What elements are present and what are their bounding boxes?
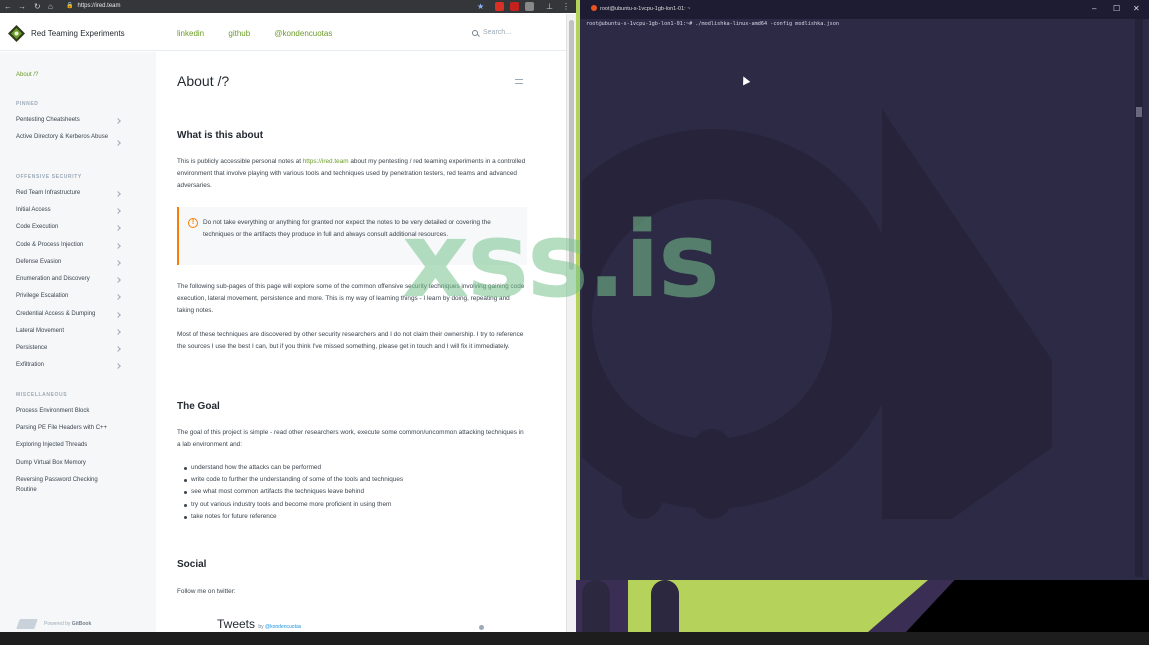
extension-icon[interactable]: ⊥ — [546, 2, 553, 11]
list-item: see what most common artifacts the techn… — [184, 486, 521, 498]
terminal-title: root@ubuntu-s-1vcpu-1gb-lon1-01: ~ — [600, 6, 691, 12]
desktop-wallpaper — [576, 580, 1149, 632]
bookmark-star-icon[interactable]: ★ — [477, 2, 484, 11]
minimize-icon[interactable]: – — [1092, 5, 1096, 13]
wallpaper-logo-shape — [582, 109, 1052, 519]
sidebar-item-about[interactable]: About /? — [16, 71, 116, 81]
sidebar-item-credential-access[interactable]: Credential Access & Dumping — [16, 310, 116, 320]
powered-by-gitbook[interactable]: Powered by GitBook — [16, 619, 92, 629]
linkedin-link[interactable]: linkedin — [177, 29, 204, 38]
sidebar-item-active-directory[interactable]: Active Directory & Kerberos Abuse — [16, 133, 116, 143]
logo-icon — [8, 24, 25, 42]
wallpaper-bar — [651, 580, 679, 632]
gitbook-icon — [16, 619, 38, 629]
browser-window: ← → ↻ ⌂ 🔒 https://ired.team ★ ⊥ ⋮ Red Te… — [0, 0, 576, 632]
terminal-command-line: root@ubuntu-s-1vcpu-1gb-lon1-01:~# ./mod… — [586, 21, 839, 27]
extension-icon[interactable] — [525, 2, 534, 11]
list-item: try out various industry tools and becom… — [184, 499, 521, 511]
powered-prefix: Powered by — [44, 621, 71, 627]
maximize-icon[interactable]: ☐ — [1113, 5, 1120, 13]
social-paragraph: Follow me on twitter: — [177, 588, 236, 595]
menu-icon[interactable]: ⋮ — [562, 2, 570, 11]
sidebar-item-defense-evasion[interactable]: Defense Evasion — [16, 258, 116, 268]
search-input[interactable]: Search... — [472, 29, 511, 36]
sidebar-item-initial-access[interactable]: Initial Access — [16, 206, 116, 216]
ownership-paragraph: Most of these techniques are discovered … — [177, 331, 524, 350]
taskbar — [0, 632, 1149, 645]
forward-icon[interactable]: → — [18, 2, 26, 11]
toc-menu-icon[interactable] — [515, 79, 523, 84]
reload-icon[interactable]: ↻ — [34, 2, 41, 11]
hint-text: Do not take everything or anything for g… — [203, 219, 491, 238]
sidebar-item-injected-threads[interactable]: Exploring Injected Threads — [16, 441, 116, 451]
terminal-scroll-thumb[interactable] — [1136, 107, 1142, 117]
intro-paragraph: This is publicly accessible personal not… — [177, 156, 527, 192]
back-icon[interactable]: ← — [4, 2, 12, 11]
goal-paragraph: The goal of this project is simple - rea… — [177, 429, 524, 448]
terminal-scrollbar[interactable] — [1135, 19, 1143, 577]
sidebar-item-pe-headers[interactable]: Parsing PE File Headers with C++ — [16, 424, 116, 434]
sidebar-item-privilege-escalation[interactable]: Privilege Escalation — [16, 292, 116, 302]
tweets-by: by — [258, 624, 264, 630]
search-icon — [472, 29, 478, 36]
list-item: write code to further the understanding … — [184, 474, 521, 486]
site-logo[interactable]: Red Teaming Experiments — [8, 24, 125, 42]
tweets-title: Tweets — [217, 617, 256, 631]
wallpaper-black-band — [906, 580, 1149, 632]
close-icon[interactable]: ✕ — [1133, 5, 1140, 13]
warning-hint: ! Do not take everything or anything for… — [177, 207, 527, 265]
desktop-area: root@ubuntu-s-1vcpu-1gb-lon1-01: ~ – ☐ ✕… — [576, 0, 1149, 632]
twitter-handle-link[interactable]: @kondencuotas — [265, 624, 301, 630]
intro-text: This is publicly accessible personal not… — [177, 158, 301, 165]
sidebar-item-persistence[interactable]: Persistence — [16, 344, 116, 354]
sidebar-item-exfiltration[interactable]: Exfiltration — [16, 361, 116, 371]
sidebar-item-code-process-injection[interactable]: Code & Process Injection — [16, 241, 116, 251]
list-item: understand how the attacks can be perfor… — [184, 462, 521, 474]
heading-what: What is this about — [177, 130, 264, 141]
sidebar-item-pentesting-cheatsheets[interactable]: Pentesting Cheatsheets — [16, 116, 116, 126]
wallpaper-bar — [582, 580, 610, 632]
extension-icon[interactable] — [495, 2, 504, 11]
sidebar-section-misc: MISCELLANEOUS — [16, 392, 68, 398]
github-link[interactable]: github — [228, 29, 250, 38]
site-title: Red Teaming Experiments — [31, 28, 125, 38]
sidebar-item-peb[interactable]: Process Environment Block — [16, 407, 116, 417]
terminal-body[interactable]: root@ubuntu-s-1vcpu-1gb-lon1-01:~# ./mod… — [582, 19, 1140, 577]
powered-brand: GitBook — [71, 621, 92, 627]
screen: ← → ↻ ⌂ 🔒 https://ired.team ★ ⊥ ⋮ Red Te… — [0, 0, 1149, 645]
site-header: Red Teaming Experiments linkedin github … — [0, 14, 576, 51]
search-placeholder: Search... — [483, 29, 512, 36]
twitter-timeline-header: Tweets by @kondencuotas — [217, 617, 301, 631]
scrollbar-thumb[interactable] — [569, 20, 574, 270]
heading-social: Social — [177, 559, 207, 570]
address-bar[interactable]: 🔒 https://ired.team — [66, 0, 121, 13]
sidebar-section-pinned: PINNED — [16, 101, 39, 107]
goal-list: understand how the attacks can be perfor… — [184, 462, 521, 523]
terminal-titlebar[interactable]: root@ubuntu-s-1vcpu-1gb-lon1-01: ~ – ☐ ✕ — [580, 0, 1149, 19]
heading-goal: The Goal — [177, 401, 220, 412]
browser-toolbar: ← → ↻ ⌂ 🔒 https://ired.team ★ ⊥ ⋮ — [0, 0, 576, 13]
header-links: linkedin github @kondencuotas — [177, 29, 354, 38]
sidebar-item-lateral-movement[interactable]: Lateral Movement — [16, 327, 116, 337]
lock-icon: 🔒 — [66, 3, 74, 9]
warning-icon: ! — [188, 218, 198, 228]
url-text: https://ired.team — [77, 3, 121, 9]
sidebar-item-enumeration-discovery[interactable]: Enumeration and Discovery — [16, 275, 116, 285]
sidebar-section-offensive: OFFENSIVE SECURITY — [16, 174, 82, 180]
sidebar-item-reversing-password[interactable]: Reversing Password Checking Routine — [16, 476, 116, 495]
browser-scrollbar[interactable] — [566, 14, 576, 632]
sidebar-item-red-team-infrastructure[interactable]: Red Team Infrastructure — [16, 189, 116, 199]
home-icon[interactable]: ⌂ — [48, 2, 53, 11]
terminal-window[interactable]: root@ubuntu-s-1vcpu-1gb-lon1-01: ~ – ☐ ✕… — [576, 0, 1149, 580]
sidebar-item-code-execution[interactable]: Code Execution — [16, 223, 116, 233]
extension-icon[interactable] — [510, 2, 519, 11]
twitter-link[interactable]: @kondencuotas — [274, 29, 332, 38]
info-icon[interactable] — [479, 625, 484, 630]
page-title: About /? — [177, 73, 230, 89]
ired-team-link[interactable]: https://ired.team — [303, 158, 349, 165]
list-item: take notes for future reference — [184, 511, 521, 523]
subpages-paragraph: The following sub-pages of this page wil… — [177, 283, 525, 314]
ubuntu-icon — [591, 5, 597, 11]
sidebar-item-virtualbox-memory[interactable]: Dump Virtual Box Memory — [16, 459, 116, 469]
